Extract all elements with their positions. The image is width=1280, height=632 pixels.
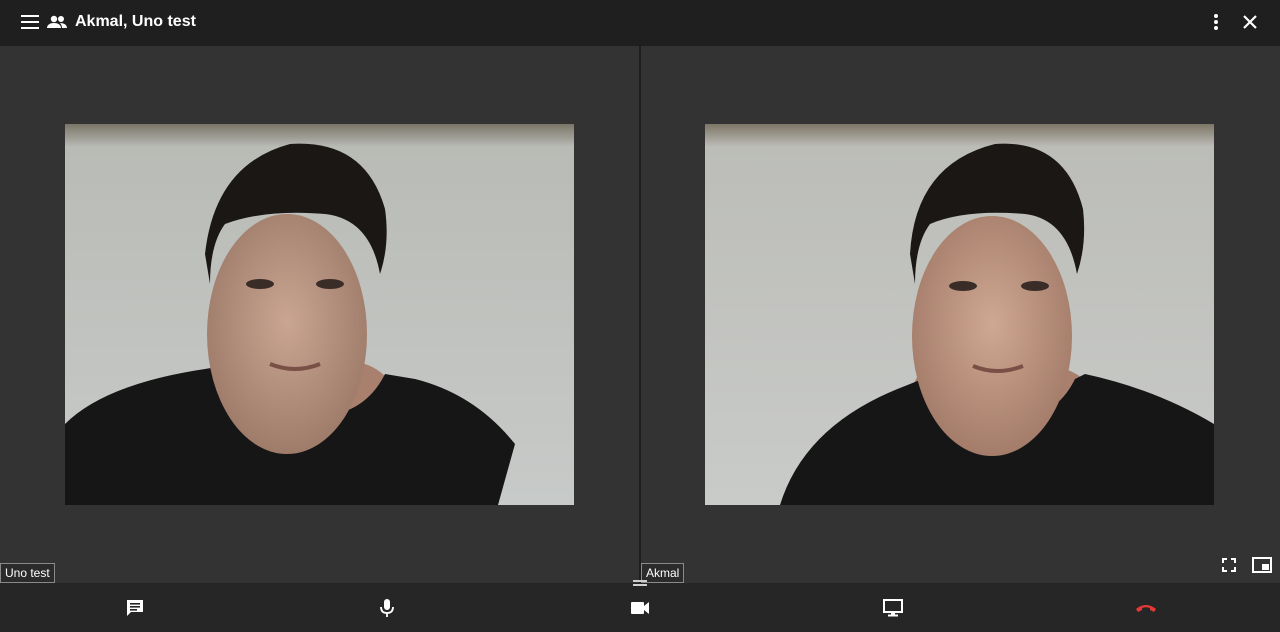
participant-video[interactable]	[65, 124, 574, 505]
videocam-icon[interactable]	[627, 595, 653, 621]
call-header: Akmal, Uno test	[0, 0, 1280, 46]
participant-video-frame	[65, 124, 574, 505]
menu-icon[interactable]	[16, 8, 44, 36]
picture-in-picture-icon[interactable]	[1251, 554, 1273, 576]
mic-icon[interactable]	[374, 595, 400, 621]
participant-video-frame	[705, 124, 1214, 505]
participant-name-tag: Uno test	[0, 563, 55, 583]
participant-video[interactable]	[705, 124, 1214, 505]
call-controls-bar	[0, 580, 1280, 632]
participant-tile: Uno test	[0, 46, 639, 583]
call-end-icon[interactable]	[1133, 595, 1159, 621]
drag-handle-icon[interactable]	[632, 579, 648, 589]
close-icon[interactable]	[1236, 8, 1264, 36]
call-title: Akmal, Uno test	[75, 13, 196, 30]
people-icon	[43, 8, 71, 36]
more-vert-icon[interactable]	[1202, 8, 1230, 36]
participant-tile: Akmal	[641, 46, 1280, 583]
screen-share-icon[interactable]	[880, 595, 906, 621]
chat-icon[interactable]	[122, 595, 148, 621]
fullscreen-icon[interactable]	[1218, 554, 1240, 576]
